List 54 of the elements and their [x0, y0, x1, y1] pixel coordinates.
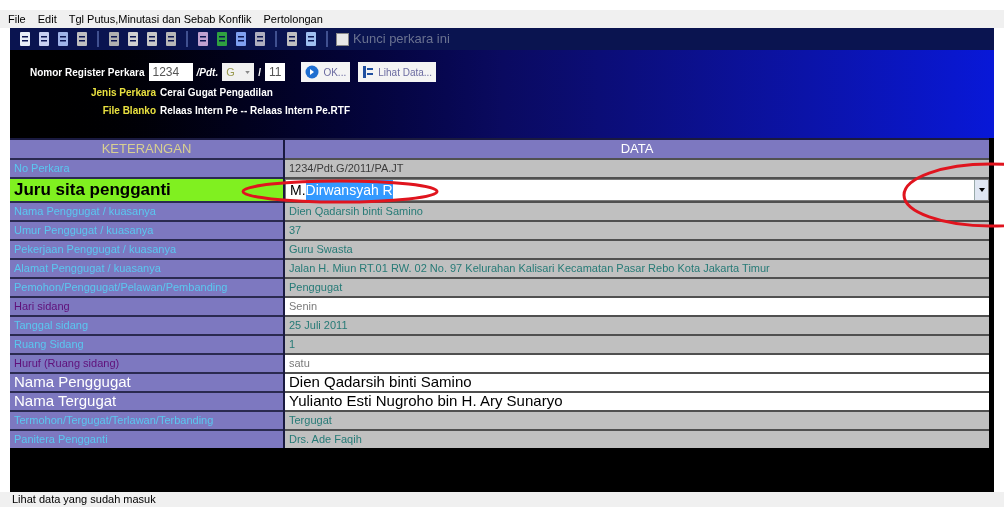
field-value: Guru Swasta — [285, 241, 989, 258]
column-header: DATA — [285, 140, 989, 158]
field-label: Alamat Penggugat / kuasanya — [13, 261, 162, 277]
field-label: Nama Penggugat — [13, 374, 132, 391]
field-value: Drs. Ade Faqih — [285, 431, 989, 448]
field-label: Umur Penggugat / kuasanya — [13, 223, 155, 239]
field-label: Huruf (Ruang sidang) — [13, 356, 121, 372]
input-field[interactable]: Yulianto Esti Nugroho bin H. Ary Sunaryo — [285, 393, 989, 410]
field-value: 37 — [285, 222, 989, 239]
caret-icon — [978, 188, 985, 192]
field-label: Nama Penggugat / kuasanya — [13, 204, 157, 220]
lock-label: Kunci perkara ini — [353, 30, 450, 49]
info-value: Relaas Intern Pe -- Relaas Intern Pe.RTF — [160, 104, 351, 118]
field-value: Dien Qadarsih binti Samino — [285, 203, 989, 220]
field-label: No Perkara — [13, 161, 71, 177]
arrow-circle-icon — [305, 65, 320, 79]
year-field[interactable]: 11 — [264, 63, 286, 81]
field-value: 1 — [285, 336, 989, 353]
ok-button[interactable]: OK... — [301, 62, 351, 82]
menu-item[interactable]: Tgl Putus,Minutasi dan Sebab Konflik — [68, 10, 252, 28]
field-value: Jalan H. Miun RT.01 RW. 02 No. 97 Kelurahan Kalisari Kecamatan Pasar Rebo Kota Jakarta Timur — [285, 260, 989, 277]
document-icon[interactable] — [18, 31, 32, 47]
field-value: Tergugat — [285, 412, 989, 429]
combo-box[interactable]: M.Dirwansyah R — [285, 179, 989, 201]
pdt-label: /Pdt. — [196, 65, 219, 80]
number-field[interactable]: 1234 — [148, 63, 193, 81]
field-value: 25 Juli 2011 — [285, 317, 989, 334]
caret-icon — [245, 70, 251, 74]
field-value: satu — [285, 355, 989, 372]
field-value: 1234/Pdt.G/2011/PA.JT — [285, 160, 989, 177]
view-data-button[interactable]: Lihat Data... — [358, 62, 437, 82]
field-label: Termohon/Tergugat/Terlawan/Terbanding — [13, 413, 215, 429]
slash-label: / — [258, 65, 261, 80]
field-value: Penggugat — [285, 279, 989, 296]
column-header: KETERANGAN — [10, 140, 283, 158]
info-value: Cerai Gugat Pengadilan — [160, 86, 273, 100]
field-label: Nama Tergugat — [13, 393, 118, 410]
field-label: Juru sita pengganti — [10, 179, 283, 201]
status-bar: Lihat data yang sudah masuk — [0, 492, 1004, 507]
field-label: Ruang Sidang — [13, 337, 85, 353]
field-label: Hari sidang — [13, 299, 71, 315]
info-label: File Blanko — [101, 104, 156, 118]
field-label: Pekerjaan Penggugat / kuasanya — [13, 242, 178, 258]
menu-item[interactable]: Pertolongan — [263, 10, 323, 28]
info-label: Jenis Perkara — [89, 86, 156, 100]
input-field[interactable]: Dien Qadarsih binti Samino — [285, 374, 989, 391]
list-icon — [362, 65, 375, 79]
field-label: Tanggal sidang — [13, 318, 89, 334]
field-label: Panitera Pengganti — [13, 432, 109, 448]
menu-item[interactable]: Edit — [37, 10, 57, 28]
menu-item[interactable]: File — [8, 10, 26, 28]
field-label: Pemohon/Penggugat/Pelawan/Pembanding — [13, 280, 229, 296]
register-label: Nomor Register Perkara — [30, 65, 145, 80]
field-value: Senin — [285, 298, 989, 315]
